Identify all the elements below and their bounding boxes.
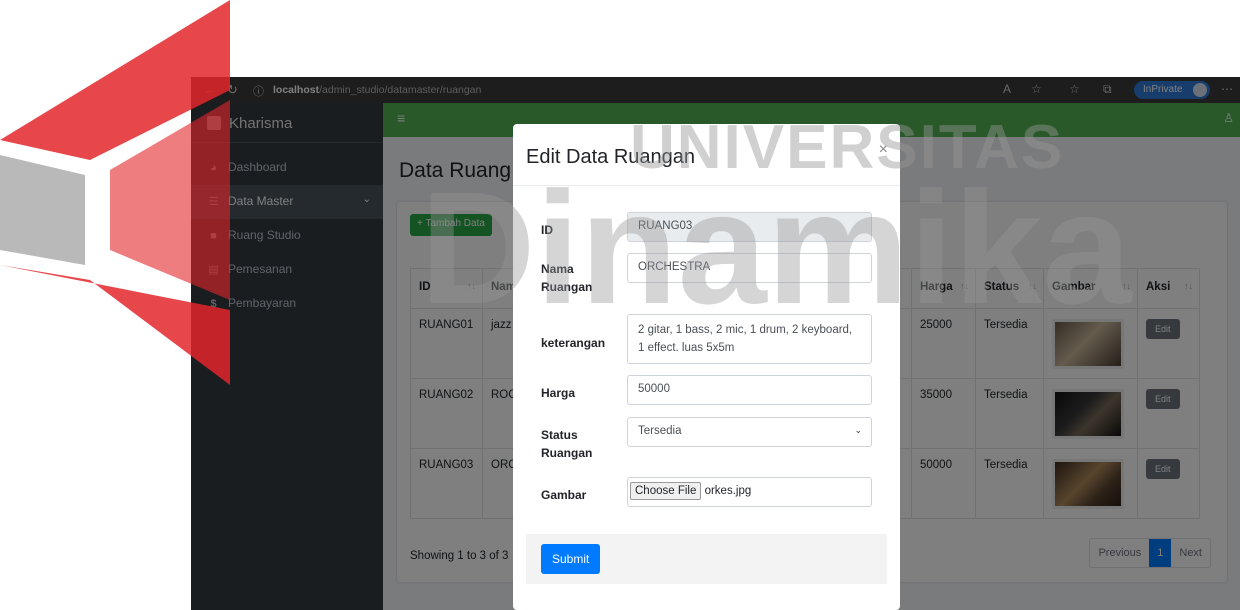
field-label-keterangan: keterangan bbox=[541, 336, 606, 350]
keterangan-textarea[interactable]: 2 gitar, 1 bass, 2 mic, 1 drum, 2 keyboa… bbox=[627, 314, 872, 364]
edit-room-modal: Edit Data Ruangan × ID RUANG03 Nama Ruang… bbox=[513, 124, 900, 610]
browser-window: ← ↻ ⓘ localhost/admin_studio/datamaster/… bbox=[191, 77, 1240, 610]
field-label-id: ID bbox=[541, 223, 553, 237]
chevron-down-icon: ⌄ bbox=[854, 425, 862, 435]
choose-file-button[interactable]: Choose File bbox=[630, 482, 702, 500]
gambar-file-input[interactable]: Choose File orkes.jpg bbox=[627, 477, 872, 507]
id-field[interactable]: RUANG03 bbox=[627, 212, 872, 242]
nama-ruangan-field[interactable]: ORCHESTRA bbox=[627, 253, 872, 283]
submit-button[interactable]: Submit bbox=[541, 544, 601, 574]
close-icon[interactable]: × bbox=[879, 141, 888, 159]
file-name: orkes.jpg bbox=[704, 485, 752, 497]
field-label-status: Status Ruangan bbox=[541, 428, 593, 460]
modal-title: Edit Data Ruangan bbox=[526, 146, 696, 168]
status-select[interactable]: Tersedia ⌄ bbox=[627, 417, 872, 447]
field-label-harga: Harga bbox=[541, 386, 576, 400]
modal-footer: Submit bbox=[526, 534, 887, 584]
modal-header: Edit Data Ruangan × bbox=[513, 124, 900, 186]
field-label-nama: Nama Ruangan bbox=[541, 262, 593, 294]
harga-field[interactable]: 50000 bbox=[627, 375, 872, 405]
field-label-gambar: Gambar bbox=[541, 488, 587, 502]
